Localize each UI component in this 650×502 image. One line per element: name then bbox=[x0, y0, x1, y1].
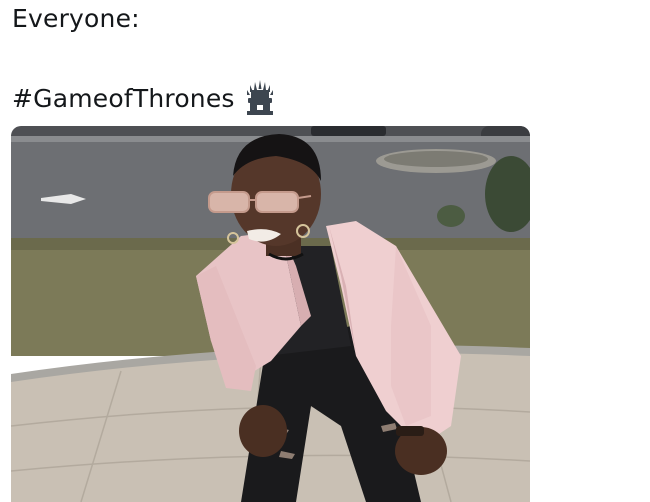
tweet-hashtag-line: #GameofThrones bbox=[12, 80, 275, 116]
hashtag-link[interactable]: #GameofThrones bbox=[12, 84, 235, 113]
tweet-text-line1: Everyone: bbox=[12, 4, 140, 33]
iron-throne-icon bbox=[245, 80, 275, 116]
meme-photo[interactable] bbox=[11, 126, 530, 502]
